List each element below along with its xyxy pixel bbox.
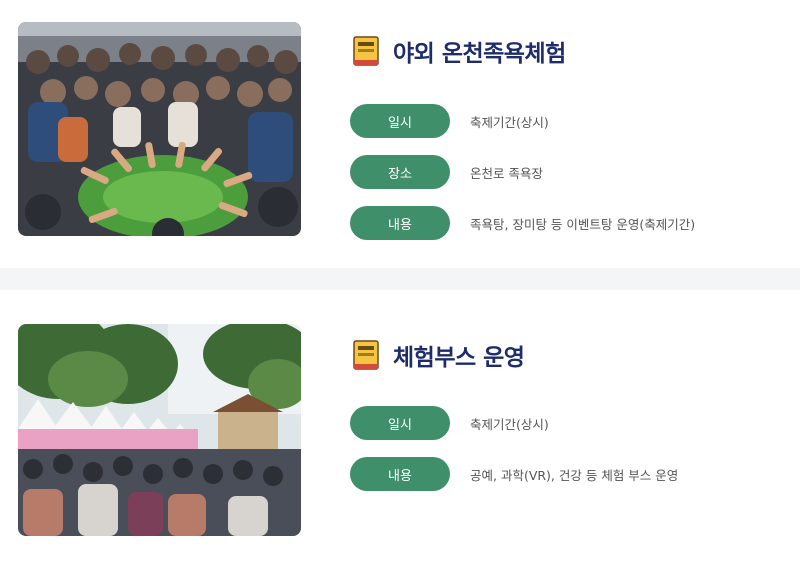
info-list: 일시 축제기간(상시) 장소 온천로 족욕장 내용 족욕탕, 장미탕 등 이벤트… bbox=[350, 104, 695, 257]
info-row-content: 내용 족욕탕, 장미탕 등 이벤트탕 운영(축제기간) bbox=[350, 206, 695, 240]
info-row-date: 일시 축제기간(상시) bbox=[350, 406, 678, 440]
info-value: 족욕탕, 장미탕 등 이벤트탕 운영(축제기간) bbox=[470, 216, 696, 232]
label-pill: 일시 bbox=[350, 104, 450, 138]
info-row-place: 장소 온천로 족욕장 bbox=[350, 155, 695, 189]
info-row-content: 내용 공예, 과학(VR), 건강 등 체험 부스 운영 bbox=[350, 457, 678, 491]
section-divider bbox=[0, 268, 800, 290]
label-pill: 내용 bbox=[350, 206, 450, 240]
book-icon bbox=[353, 36, 379, 66]
footbath-photo bbox=[18, 22, 301, 236]
booth-photo bbox=[18, 324, 301, 536]
section-title-row: 야외 온천족욕체험 bbox=[353, 34, 566, 68]
label-pill: 내용 bbox=[350, 457, 450, 491]
info-list: 일시 축제기간(상시) 내용 공예, 과학(VR), 건강 등 체험 부스 운영 bbox=[350, 406, 678, 508]
info-value: 공예, 과학(VR), 건강 등 체험 부스 운영 bbox=[470, 467, 679, 483]
info-value: 축제기간(상시) bbox=[470, 114, 549, 130]
info-value: 축제기간(상시) bbox=[470, 416, 549, 432]
program-section-footbath: 야외 온천족욕체험 일시 축제기간(상시) 장소 온천로 족욕장 내용 족욕탕,… bbox=[0, 0, 800, 268]
section-title-row: 체험부스 운영 bbox=[353, 338, 525, 372]
section-title: 야외 온천족욕체험 bbox=[393, 41, 566, 67]
label-pill: 장소 bbox=[350, 155, 450, 189]
info-row-date: 일시 축제기간(상시) bbox=[350, 104, 695, 138]
book-icon bbox=[353, 340, 379, 370]
info-value: 온천로 족욕장 bbox=[470, 165, 543, 181]
section-title: 체험부스 운영 bbox=[393, 345, 525, 371]
program-section-booth: 체험부스 운영 일시 축제기간(상시) 내용 공예, 과학(VR), 건강 등 … bbox=[0, 290, 800, 562]
label-pill: 일시 bbox=[350, 406, 450, 440]
